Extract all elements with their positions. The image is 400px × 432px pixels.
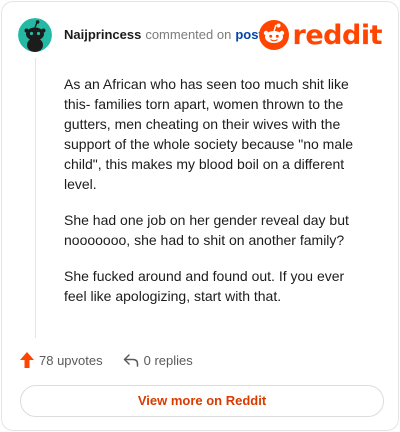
upvote-count: 78 upvotes	[39, 352, 103, 368]
reddit-wordmark: reddit	[292, 19, 383, 51]
comment-card: Naijprincess commented on post reddit As a…	[1, 1, 399, 431]
comment-paragraph-1: As an African who has seen too much shit…	[64, 76, 354, 192]
comment-body: As an African who has seen too much shit…	[64, 74, 360, 322]
comment-paragraph-3: She fucked around and found out. If you …	[64, 268, 345, 304]
comment-footer: 78 upvotes 0 replies	[20, 350, 213, 370]
comment-header: Naijprincess commented on post reddit	[18, 18, 383, 52]
upvote-arrow-icon	[20, 352, 34, 368]
username[interactable]: Naijprincess	[64, 27, 141, 42]
comment-paragraph-2: She had one job on her gender reveal day…	[64, 212, 349, 248]
view-more-button[interactable]: View more on Reddit	[20, 385, 384, 417]
thread-line	[35, 58, 36, 338]
upvote-button[interactable]: 78 upvotes	[20, 352, 103, 368]
comment-meta: Naijprincess commented on post	[64, 27, 263, 42]
reddit-alien-icon	[258, 20, 289, 50]
reply-icon	[123, 354, 138, 367]
reply-count: 0 replies	[143, 352, 193, 368]
snoo-avatar-icon[interactable]	[18, 18, 52, 52]
action-text: commented on	[145, 27, 232, 42]
reddit-logo[interactable]: reddit	[258, 18, 383, 52]
reply-button[interactable]: 0 replies	[123, 353, 193, 368]
